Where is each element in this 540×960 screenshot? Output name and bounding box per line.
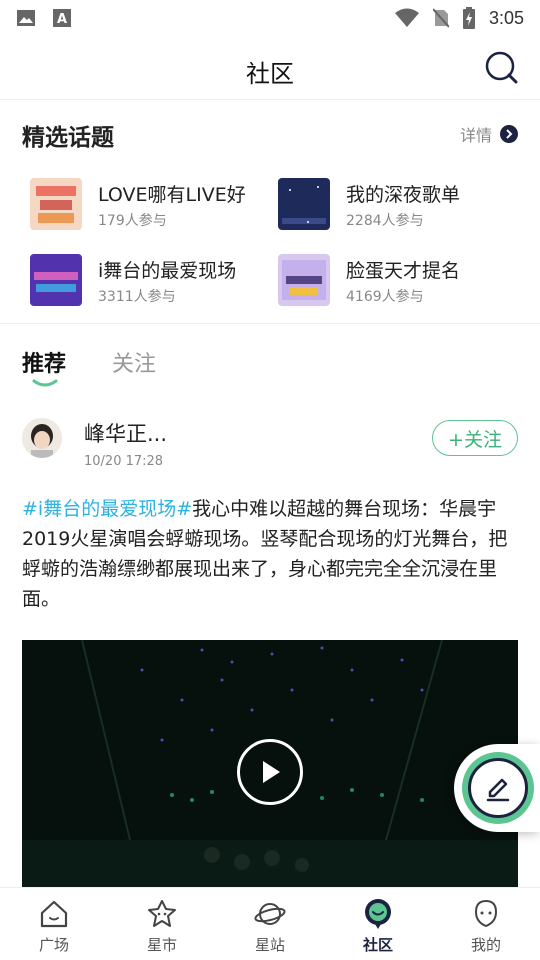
play-icon xyxy=(263,761,280,783)
topic-item[interactable]: i舞台的最爱现场 3311人参与 xyxy=(30,254,270,310)
home-icon xyxy=(40,900,68,928)
no-sim-icon xyxy=(432,8,449,28)
hashtag-link[interactable]: #i舞台的最爱现场# xyxy=(22,498,192,520)
section-title: 精选话题 xyxy=(22,125,114,151)
topic-item[interactable]: 我的深夜歌单 2284人参与 xyxy=(278,178,518,234)
tab-community[interactable]: 社区 xyxy=(324,888,432,960)
wifi-icon xyxy=(394,8,419,27)
tab-label: 星站 xyxy=(254,936,285,954)
profile-icon xyxy=(474,899,498,928)
post-body: #i舞台的最爱现场#我心中难以超越的舞台现场：华晨宇2019火星演唱会蜉蝣现场。… xyxy=(22,494,522,614)
community-icon xyxy=(365,899,391,929)
a-icon: A xyxy=(53,9,71,27)
tab-label: 社区 xyxy=(362,936,393,954)
planet-icon xyxy=(254,903,286,925)
follow-button[interactable]: +关注 xyxy=(432,420,518,456)
search-icon[interactable] xyxy=(484,50,520,86)
status-bar: A 3:05 xyxy=(0,0,540,36)
tab-recommend[interactable]: 推荐 xyxy=(22,346,66,378)
tab-label: 广场 xyxy=(38,936,69,954)
page-title: 社区 xyxy=(246,60,294,88)
compose-fab-container xyxy=(454,744,540,832)
avatar[interactable] xyxy=(22,418,62,458)
feed-tabs: 推荐 关注 xyxy=(0,324,540,394)
post-timestamp: 10/20 17:28 xyxy=(84,454,164,469)
app-header: 社区 xyxy=(0,36,540,100)
face-genius-thumbnail xyxy=(278,254,330,306)
topics-details-link[interactable]: 详情 xyxy=(460,122,518,146)
topic-name: LOVE哪有LIVE好 xyxy=(98,184,246,206)
tab-label: 我的 xyxy=(470,936,501,954)
star-market-icon xyxy=(148,900,176,927)
topic-item[interactable]: 脸蛋天才提名 4169人参与 xyxy=(278,254,518,310)
active-tab-indicator xyxy=(32,379,58,387)
tab-following[interactable]: 关注 xyxy=(112,346,156,378)
author-name[interactable]: 峰华正... xyxy=(84,418,167,448)
night-playlist-thumbnail xyxy=(278,178,330,230)
topic-participants: 2284人参与 xyxy=(346,213,424,229)
tab-plaza[interactable]: 广场 xyxy=(0,888,108,960)
topic-participants: 3311人参与 xyxy=(98,289,176,305)
tab-star-market[interactable]: 星市 xyxy=(108,888,216,960)
play-button[interactable] xyxy=(237,739,303,805)
chevron-right-icon xyxy=(500,125,518,143)
clock: 3:05 xyxy=(488,7,524,28)
edit-icon xyxy=(468,758,528,818)
compose-button[interactable] xyxy=(462,752,534,824)
tab-label: 星市 xyxy=(146,936,177,954)
battery-charging-icon xyxy=(462,7,475,29)
topic-name: i舞台的最爱现场 xyxy=(98,260,237,282)
image-icon xyxy=(17,10,35,26)
topic-name: 脸蛋天才提名 xyxy=(346,260,461,282)
love-live-thumbnail xyxy=(30,178,82,230)
bottom-tab-bar: 广场 星市 星站 社区 我的 xyxy=(0,887,540,960)
stage-live-thumbnail xyxy=(30,254,82,306)
topic-participants: 4169人参与 xyxy=(346,289,424,305)
details-label: 详情 xyxy=(459,126,492,145)
topic-name: 我的深夜歌单 xyxy=(346,184,461,206)
topic-item[interactable]: LOVE哪有LIVE好 179人参与 xyxy=(30,178,270,234)
tab-mine[interactable]: 我的 xyxy=(432,888,540,960)
svg-text:A: A xyxy=(57,12,67,27)
topic-participants: 179人参与 xyxy=(98,213,167,229)
featured-topics-section: 精选话题 详情 LOVE哪有LIVE好 179人参与 我的深夜歌单 2284人参… xyxy=(0,100,540,324)
tab-star-station[interactable]: 星站 xyxy=(216,888,324,960)
